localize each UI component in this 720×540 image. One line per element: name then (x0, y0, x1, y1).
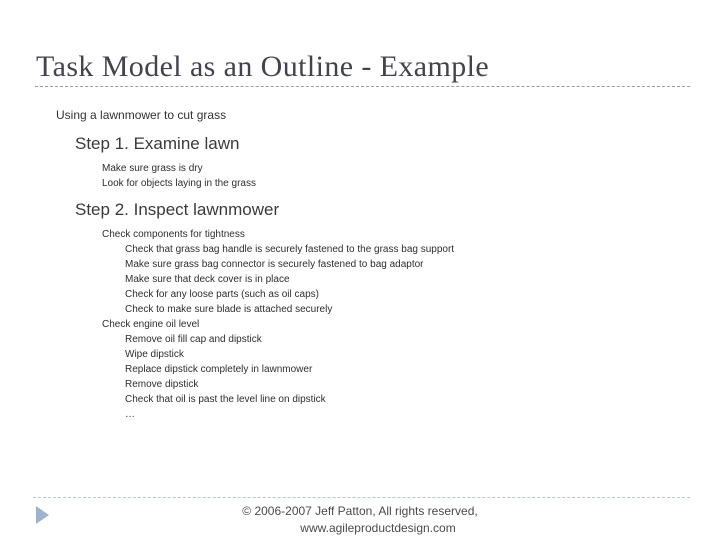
outline-item-level-3: Look for objects laying in the grass (102, 178, 256, 189)
outline-list: Using a lawnmower to cut grass Step 1. Ex… (0, 106, 720, 422)
outline-item-level-4: Wipe dipstick (125, 349, 184, 360)
outline-item-level-4: Remove dipstick (125, 379, 199, 390)
footer-divider (33, 497, 690, 498)
footer-website: www.agileproductdesign.com (300, 521, 456, 535)
outline-item-level-3: Check components for tightness (102, 229, 245, 240)
outline-item-level-4: Make sure grass bag connector is securel… (125, 259, 424, 270)
slide-canvas: Task Model as an Outline - Example Using… (0, 0, 720, 540)
outline-item-level-2: Step 1. Examine lawn (75, 134, 240, 153)
page-title: Task Model as an Outline - Example (36, 50, 490, 83)
title-divider (35, 86, 690, 87)
outline-item-level-3: Check engine oil level (102, 319, 200, 330)
outline-item-level-4: Check that grass bag handle is securely … (125, 244, 455, 255)
outline-item-level-4: Check for any loose parts (such as oil c… (125, 289, 319, 300)
outline-item-level-4: Check to make sure blade is attached sec… (125, 304, 333, 315)
outline-item-level-3: Make sure grass is dry (102, 163, 203, 174)
outline-item-level-4: Make sure that deck cover is in place (125, 274, 290, 285)
outline-item-level-4: Check that oil is past the level line on… (125, 394, 326, 405)
outline-item-level-4: Remove oil fill cap and dipstick (125, 334, 262, 345)
outline-item-level-2: Step 2. Inspect lawnmower (75, 200, 280, 219)
play-triangle-icon[interactable] (36, 506, 49, 524)
footer-copyright: © 2006-2007 Jeff Patton, All rights rese… (242, 504, 478, 518)
outline-item-level-4: … (125, 409, 136, 420)
outline-item-level-4: Replace dipstick completely in lawnmower (125, 364, 313, 375)
outline-item-level-1: Using a lawnmower to cut grass (56, 108, 227, 122)
footer: © 2006-2007 Jeff Patton, All rights rese… (110, 503, 610, 537)
